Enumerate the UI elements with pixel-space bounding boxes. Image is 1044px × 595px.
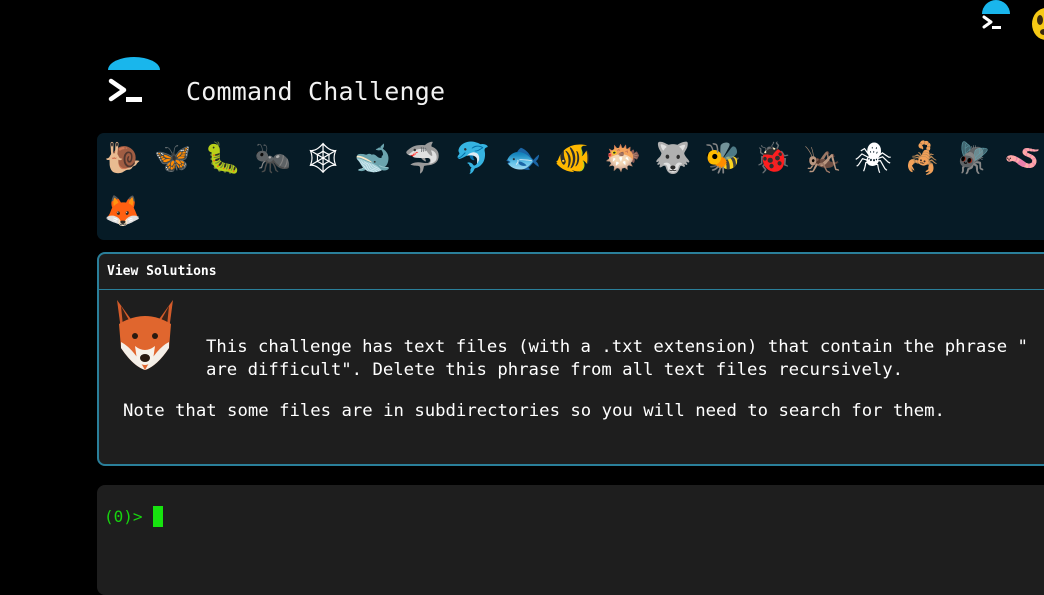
corner-logo-icon[interactable]: [978, 0, 1014, 36]
emoji-ladybug-icon[interactable]: 🐞: [753, 139, 793, 179]
emoji-wolf-icon[interactable]: 🐺: [653, 139, 693, 179]
emoji-tropical-fish-icon[interactable]: 🐠: [553, 139, 593, 179]
terminal[interactable]: (0)>: [97, 485, 1044, 595]
emoji-caterpillar-icon[interactable]: 🐛: [203, 139, 243, 179]
challenge-description-line2: are difficult". Delete this phrase from …: [206, 360, 904, 380]
emoji-snail-icon[interactable]: 🐌: [103, 139, 143, 179]
emoji-ant-icon[interactable]: 🐜: [253, 139, 293, 179]
terminal-prompt: (0)>: [104, 507, 143, 526]
header-logo-icon[interactable]: [106, 57, 162, 109]
emoji-butterfly-icon[interactable]: 🦋: [153, 139, 193, 179]
terminal-cursor: [153, 506, 163, 527]
fox-icon: [113, 298, 177, 374]
emoji-worm-icon[interactable]: 🪱: [1003, 139, 1043, 179]
emoji-shark-icon[interactable]: 🦈: [403, 139, 443, 179]
emoji-spider-icon[interactable]: 🕷: [853, 139, 893, 179]
emoji-bee-icon[interactable]: 🐝: [703, 139, 743, 179]
challenge-description: This challenge has text files (with a .t…: [206, 336, 1044, 382]
emoji-fox-icon[interactable]: 🦊: [103, 192, 143, 232]
yellow-face-icon[interactable]: [1030, 4, 1044, 40]
emoji-blowfish-icon[interactable]: 🐡: [603, 139, 643, 179]
challenge-description-line1: This challenge has text files (with a .t…: [206, 337, 1028, 357]
emoji-dolphin-icon[interactable]: 🐬: [453, 139, 493, 179]
emoji-whale-icon[interactable]: 🐋: [353, 139, 393, 179]
challenge-box: View Solutions This challenge has text f…: [97, 252, 1044, 466]
emoji-scorpion-icon[interactable]: 🦂: [903, 139, 943, 179]
emoji-fish-icon[interactable]: 🐟: [503, 139, 543, 179]
emoji-spider-web-icon[interactable]: 🕸: [303, 139, 343, 179]
page-title: Command Challenge: [186, 77, 446, 106]
emoji-cricket-icon[interactable]: 🦗: [803, 139, 843, 179]
terminal-input[interactable]: [167, 503, 971, 531]
emoji-fly-icon[interactable]: 🪰: [953, 139, 993, 179]
challenge-emoji-panel: 🐌 🦋 🐛 🐜 🕸 🐋 🦈 🐬 🐟 🐠 🐡 🐺 🐝 🐞 🦗 🕷 🦂 🪰 🪱 🦊: [97, 133, 1044, 240]
emoji-list: 🐌 🦋 🐛 🐜 🕸 🐋 🦈 🐬 🐟 🐠 🐡 🐺 🐝 🐞 🦗 🕷 🦂 🪰 🪱 🦊: [103, 137, 1044, 237]
view-solutions-button[interactable]: View Solutions: [99, 254, 1044, 290]
challenge-note: Note that some files are in subdirectori…: [123, 401, 945, 421]
